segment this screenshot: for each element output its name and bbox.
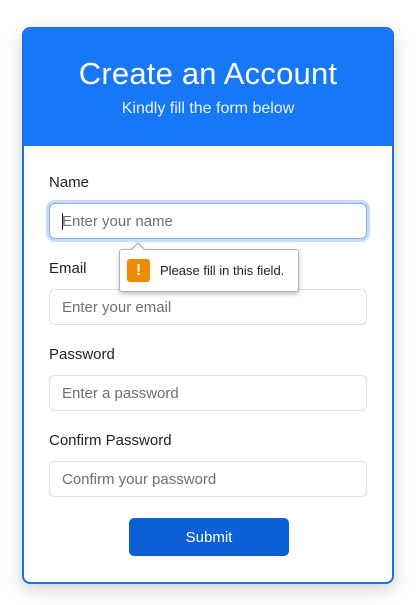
page-title: Create an Account <box>78 56 338 91</box>
confirm-password-label: Confirm Password <box>49 432 172 449</box>
name-label: Name <box>49 174 90 191</box>
signup-card: Create an Account Kindly fill the form b… <box>22 27 394 584</box>
card-header: Create an Account Kindly fill the form b… <box>24 29 392 146</box>
warning-icon: ! <box>127 259 150 282</box>
validation-tooltip: ! Please fill in this field. <box>119 242 299 292</box>
confirm-password-input[interactable] <box>49 461 367 497</box>
tooltip-arrow-fill <box>131 244 145 251</box>
submit-button[interactable]: Submit <box>129 518 289 556</box>
password-label: Password <box>49 346 115 363</box>
password-input[interactable] <box>49 375 367 411</box>
name-input[interactable] <box>49 203 367 239</box>
page-subtitle: Kindly fill the form below <box>121 100 295 117</box>
validation-message: Please fill in this field. <box>160 263 285 278</box>
email-input[interactable] <box>49 289 367 325</box>
email-label: Email <box>49 260 87 277</box>
text-caret <box>62 213 63 230</box>
